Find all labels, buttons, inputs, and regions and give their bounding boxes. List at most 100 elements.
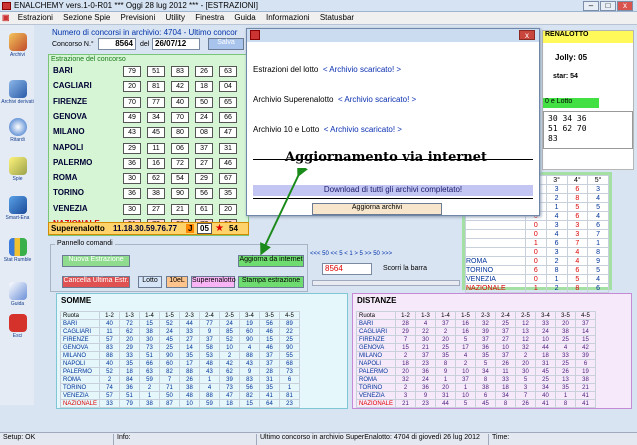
table-cell: 4 [587,193,609,203]
ruota-number[interactable]: 20 [219,203,237,215]
ruota-number[interactable]: 08 [195,127,213,139]
ruota-number[interactable]: 06 [171,142,189,154]
ruota-number[interactable]: 72 [171,157,189,169]
scroll-bar[interactable] [312,280,460,286]
ruota-number[interactable]: 38 [147,188,165,200]
menu-finestra[interactable]: Finestra [191,12,228,23]
ruota-number[interactable]: 43 [123,127,141,139]
ruota-number[interactable]: 36 [123,188,141,200]
ruota-number[interactable]: 30 [123,203,141,215]
ruota-number[interactable]: 31 [219,142,237,154]
stampa-estrazione-button[interactable]: Stampa estrazione [238,276,304,288]
table-cell: 25 [279,335,301,344]
ruota-number[interactable]: 70 [123,96,141,108]
ruota-number[interactable]: 20 [123,81,141,93]
aggiorna-archivi-button[interactable]: Aggiorna archivi [312,203,442,215]
table-cell: PALERMO [59,367,101,376]
dialog-close-button[interactable]: x [519,30,535,40]
menu-statusbar[interactable]: Statusbar [316,12,358,23]
menu-guida[interactable]: Guida [230,12,259,23]
table-cell: 6 [545,238,568,248]
ruota-number[interactable]: 35 [219,188,237,200]
ruota-number[interactable]: 34 [147,111,165,123]
ruota-number[interactable]: 77 [147,96,165,108]
ruota-number[interactable]: 26 [195,66,213,77]
ruota-number[interactable]: 18 [195,81,213,93]
table-cell: 37 [435,319,457,328]
ruota-number[interactable]: 27 [195,157,213,169]
ruota-number[interactable]: 29 [123,142,141,154]
ruota-number[interactable]: 80 [171,127,189,139]
lotto-button[interactable]: Lotto [138,276,162,288]
table-row: 0336 [465,220,609,230]
ruota-number[interactable]: 24 [195,111,213,123]
diecielotto-button[interactable]: 10eL [166,276,188,288]
concorso-input[interactable]: 8564 [98,38,136,50]
nav-number[interactable]: 8564 [322,263,372,275]
minimize-button[interactable]: – [583,1,599,11]
menu-informazioni[interactable]: Informazioni [262,12,314,23]
sidebar-item-stat-rumble[interactable]: Stat Rumble [1,238,34,263]
superenalotto-button[interactable]: Superenalotto [191,276,236,288]
close-button[interactable]: x [617,1,633,11]
sidebar-item-esci[interactable]: Esci [1,314,34,339]
ruota-number[interactable]: 30 [123,173,141,185]
menu-sezione-spie[interactable]: Sezione Spie [59,12,114,23]
ruota-number[interactable]: 37 [195,142,213,154]
table-cell: ROMA [355,375,397,384]
table-cell: MILANO [355,351,397,360]
ruota-number[interactable]: 49 [123,111,141,123]
ruota-number[interactable]: 04 [219,81,237,93]
ruota-number[interactable]: 21 [171,203,189,215]
ruota-number[interactable]: 81 [147,81,165,93]
ruota-number[interactable]: 83 [171,66,189,77]
ruota-number[interactable]: 27 [147,203,165,215]
cancella-estrazione-button[interactable]: Cancella Ultima Estr. [62,276,130,288]
maximize-button[interactable]: □ [600,1,616,11]
ruota-number[interactable]: 63 [219,66,237,77]
sidebar-item-spie[interactable]: Spie [1,157,34,182]
table-cell: 4 [199,383,221,392]
ruota-number[interactable]: 11 [147,142,165,154]
ruota-number[interactable]: 79 [123,66,141,77]
sidebar-item-archivi-derivati[interactable]: Archivi derivati [1,80,34,105]
ruota-number[interactable]: 46 [219,157,237,169]
sidebar-item-smart-ena[interactable]: Smart-Ena [1,196,34,221]
ruota-number[interactable]: 36 [123,157,141,169]
ruota-number[interactable]: 62 [147,173,165,185]
date-input[interactable]: 26/07/12 [152,38,200,50]
salva-button[interactable]: Salva [208,38,244,50]
ruota-number[interactable]: 90 [171,188,189,200]
ruota-number[interactable]: 40 [171,96,189,108]
table-cell: 34 [495,391,517,400]
sidebar-item-archivi[interactable]: Archivi [1,33,34,58]
ruota-number[interactable]: 70 [171,111,189,123]
table-row: CAGLIARI 11 62 38 24 33 9 85 60 46 22 [59,327,301,336]
menu-utility[interactable]: Utility [161,12,189,23]
menu-previsioni[interactable]: Previsioni [117,12,160,23]
table-cell: GENOVA [355,343,397,352]
sidebar-item-guida[interactable]: Guida [1,282,34,307]
ruota-number[interactable]: 16 [147,157,165,169]
ruota-number[interactable]: 51 [147,66,165,77]
table-row: CAGLIARI 29 22 2 16 39 37 13 24 38 14 [355,327,597,336]
ruota-number[interactable]: 47 [219,127,237,139]
nuova-estrazione-button[interactable]: Nuova Estrazione [62,255,130,267]
table-cell: 22 [415,327,437,336]
ruota-number[interactable]: 50 [195,96,213,108]
ruota-number[interactable]: 29 [195,173,213,185]
ruota-number[interactable]: 54 [171,173,189,185]
table-cell: 39 [475,327,497,336]
sidebar-item-ritardi[interactable]: Ritardi [1,118,34,143]
menu-estrazioni[interactable]: Estrazioni [14,12,57,23]
ruota-number[interactable]: 61 [195,203,213,215]
navigation-arrows[interactable]: <<< 50 << 5 < 1 > 5 >> 50 >>> [310,251,392,257]
ruota-number[interactable]: 67 [219,173,237,185]
ruota-number[interactable]: 56 [195,188,213,200]
table-cell: TORINO [355,383,397,392]
ruota-number[interactable]: 42 [171,81,189,93]
table-cell: 18 [495,383,517,392]
ruota-number[interactable]: 66 [219,111,237,123]
ruota-number[interactable]: 65 [219,96,237,108]
ruota-number[interactable]: 45 [147,127,165,139]
